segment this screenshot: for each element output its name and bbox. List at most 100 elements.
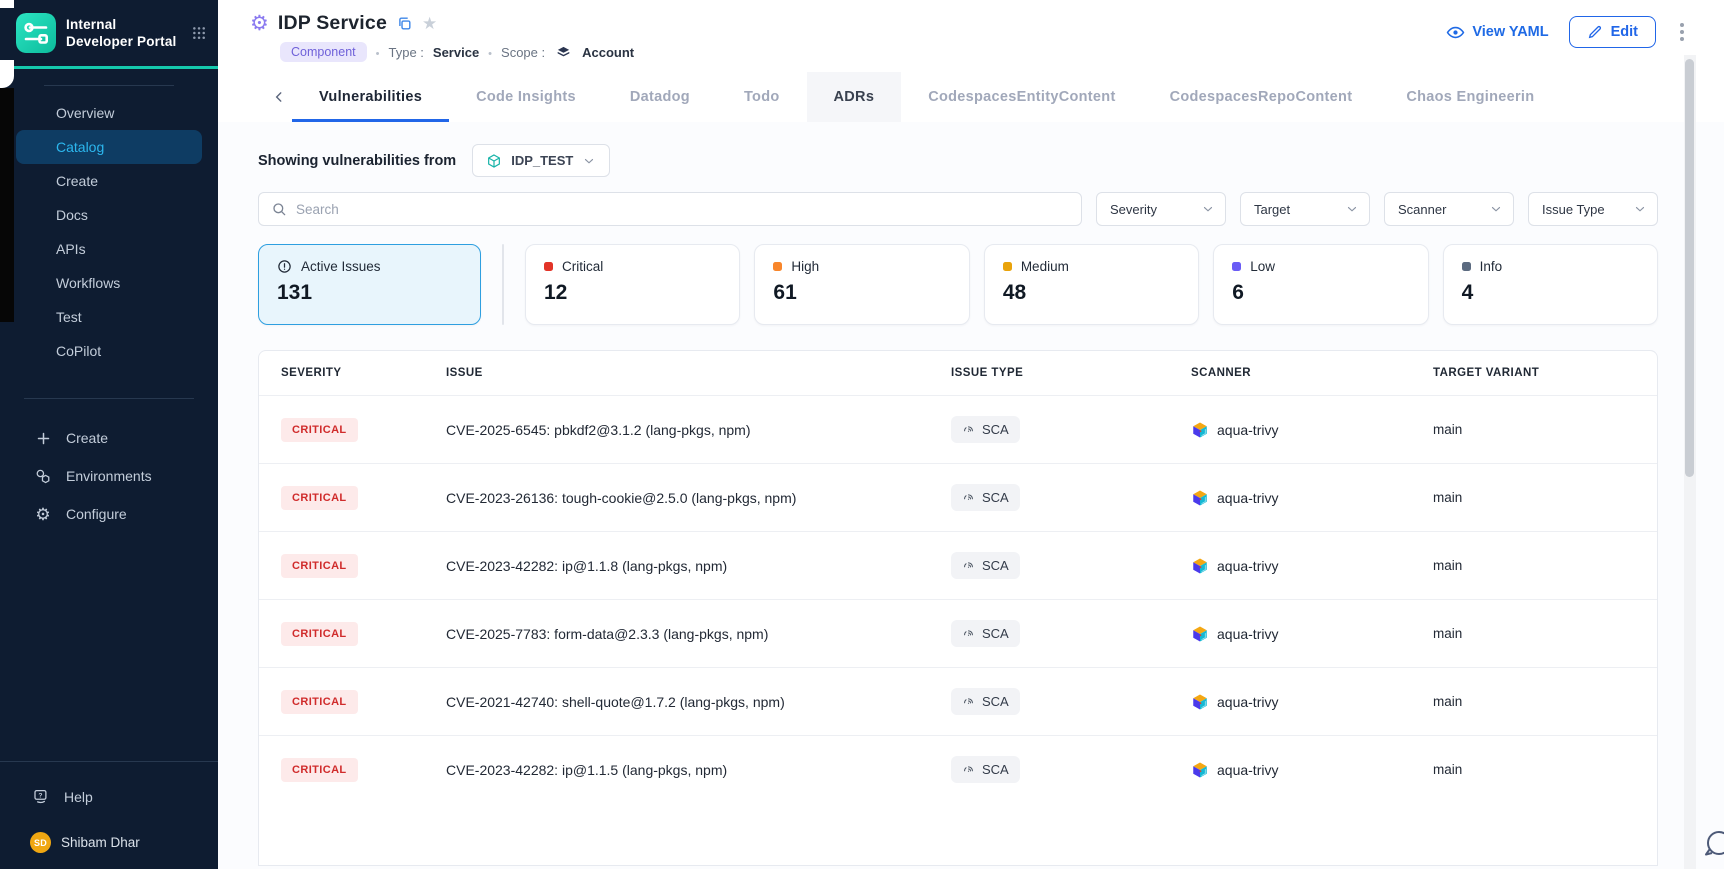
severity-dot bbox=[1462, 262, 1471, 271]
active-issues-card[interactable]: Active Issues 131 bbox=[258, 244, 481, 325]
table-row[interactable]: CRITICAL CVE-2023-42282: ip@1.1.5 (lang-… bbox=[259, 735, 1657, 803]
sidebar-nav-item[interactable]: APIs bbox=[16, 232, 202, 266]
column-header: ISSUE TYPE bbox=[951, 367, 1191, 379]
severity-cell: CRITICAL bbox=[281, 486, 446, 510]
sidebar-divider bbox=[44, 85, 174, 86]
sidebar-configure-button[interactable]: ⚙ Configure bbox=[0, 495, 218, 533]
more-options-icon[interactable] bbox=[1676, 19, 1688, 45]
filter-select[interactable]: Issue Type bbox=[1528, 192, 1658, 226]
sidebar-nav: Overview Catalog Create Docs APIs Workfl… bbox=[0, 96, 218, 368]
table-row[interactable]: CRITICAL CVE-2025-7783: form-data@2.3.3 … bbox=[259, 599, 1657, 667]
tab[interactable]: Code Insights bbox=[449, 72, 603, 122]
sidebar-environments-button[interactable]: Environments bbox=[0, 457, 218, 495]
tab[interactable]: ADRs bbox=[807, 72, 902, 122]
severity-card[interactable]: Low 6 bbox=[1213, 244, 1428, 325]
severity-card[interactable]: Critical 12 bbox=[525, 244, 740, 325]
chevron-down-icon bbox=[1489, 202, 1503, 216]
sidebar-nav-item[interactable]: Test bbox=[16, 300, 202, 334]
vulnerabilities-table: SEVERITY ISSUE ISSUE TYPE SCANNER TARGET… bbox=[258, 350, 1658, 866]
user-menu[interactable]: SD Shibam Dhar bbox=[0, 806, 218, 869]
table-row[interactable]: CRITICAL CVE-2021-42740: shell-quote@1.7… bbox=[259, 667, 1657, 735]
severity-card-label: Medium bbox=[1021, 259, 1069, 274]
sidebar-nav-item[interactable]: Overview bbox=[16, 96, 202, 130]
help-chat-icon: ? bbox=[32, 788, 50, 806]
severity-card[interactable]: High 61 bbox=[754, 244, 969, 325]
severity-dot bbox=[773, 262, 782, 271]
tab[interactable]: CodespacesRepoContent bbox=[1143, 72, 1380, 122]
fingerprint-icon bbox=[962, 627, 975, 640]
tab-label: Todo bbox=[744, 89, 780, 105]
sidebar-nav-item[interactable]: Workflows bbox=[16, 266, 202, 300]
filter-select[interactable]: Severity bbox=[1096, 192, 1226, 226]
sidebar-nav-item[interactable]: Catalog bbox=[16, 130, 202, 164]
fingerprint-icon bbox=[962, 695, 975, 708]
sidebar-configure-label: Configure bbox=[66, 506, 127, 522]
filter-select[interactable]: Target bbox=[1240, 192, 1370, 226]
chevron-down-icon bbox=[1345, 202, 1359, 216]
entity-selector[interactable]: IDP_TEST bbox=[472, 144, 610, 177]
background-window-strip bbox=[0, 88, 14, 322]
issue-cell: CVE-2023-26136: tough-cookie@2.5.0 (lang… bbox=[446, 490, 951, 506]
floating-assistant-icon[interactable] bbox=[1699, 827, 1724, 863]
table-body: CRITICAL CVE-2025-6545: pbkdf2@3.1.2 (la… bbox=[259, 395, 1657, 803]
column-header: SEVERITY bbox=[281, 367, 446, 379]
view-yaml-button[interactable]: View YAML bbox=[1446, 23, 1548, 42]
tab-label: Datadog bbox=[630, 89, 690, 105]
sidebar-header: Internal Developer Portal bbox=[0, 0, 218, 69]
target-variant-cell: main bbox=[1433, 762, 1657, 777]
edit-button[interactable]: Edit bbox=[1569, 16, 1656, 48]
severity-badge: CRITICAL bbox=[281, 690, 358, 714]
app-logo-icon[interactable] bbox=[16, 13, 56, 53]
tab[interactable]: Datadog bbox=[603, 72, 717, 122]
issue-type-cell: SCA bbox=[951, 688, 1191, 715]
column-header: ISSUE bbox=[446, 367, 951, 379]
severity-badge: CRITICAL bbox=[281, 622, 358, 646]
active-issues-count: 131 bbox=[277, 281, 462, 305]
scrollbar-track[interactable] bbox=[1684, 55, 1696, 869]
table-row[interactable]: CRITICAL CVE-2023-42282: ip@1.1.8 (lang-… bbox=[259, 531, 1657, 599]
scrollbar-thumb[interactable] bbox=[1685, 59, 1694, 477]
issue-type-cell: SCA bbox=[951, 484, 1191, 511]
help-button[interactable]: ? Help bbox=[0, 762, 218, 806]
tab[interactable]: Chaos Engineerin bbox=[1379, 72, 1561, 122]
tab[interactable]: Vulnerabilities bbox=[292, 72, 449, 122]
filter-select[interactable]: Scanner bbox=[1384, 192, 1514, 226]
severity-card-count: 48 bbox=[1003, 281, 1180, 305]
sidebar-nav-item-label: Workflows bbox=[56, 275, 120, 291]
severity-dot bbox=[544, 262, 553, 271]
favorite-star-icon[interactable]: ★ bbox=[422, 15, 437, 32]
sidebar-nav-item[interactable]: CoPilot bbox=[16, 334, 202, 368]
cards-divider bbox=[502, 244, 504, 325]
target-variant-cell: main bbox=[1433, 422, 1657, 437]
sidebar-create-button[interactable]: Create bbox=[0, 419, 218, 457]
sidebar-nav-item[interactable]: Create bbox=[16, 164, 202, 198]
apps-grid-icon[interactable] bbox=[192, 23, 206, 43]
entity-header: ⚙ IDP Service ★ Component Type : Service… bbox=[218, 0, 1724, 62]
severity-card-label: Info bbox=[1480, 259, 1503, 274]
issue-type-chip: SCA bbox=[951, 416, 1020, 443]
sidebar-nav-item[interactable]: Docs bbox=[16, 198, 202, 232]
vulnerabilities-panel: Showing vulnerabilities from IDP_TEST bbox=[218, 122, 1724, 869]
severity-cards: Critical 12 High 61 bbox=[525, 244, 1658, 325]
table-row[interactable]: CRITICAL CVE-2023-26136: tough-cookie@2.… bbox=[259, 463, 1657, 531]
type-value: Service bbox=[433, 45, 479, 60]
severity-card-count: 61 bbox=[773, 281, 950, 305]
table-row[interactable]: CRITICAL CVE-2025-6545: pbkdf2@3.1.2 (la… bbox=[259, 395, 1657, 463]
type-label: Type : bbox=[388, 45, 423, 60]
tab[interactable]: Todo bbox=[717, 72, 807, 122]
copy-icon[interactable] bbox=[396, 15, 413, 32]
severity-card[interactable]: Info 4 bbox=[1443, 244, 1658, 325]
tab[interactable]: CodespacesEntityContent bbox=[901, 72, 1142, 122]
severity-card-count: 4 bbox=[1462, 281, 1639, 305]
fingerprint-icon bbox=[962, 423, 975, 436]
severity-card[interactable]: Medium 48 bbox=[984, 244, 1199, 325]
tabs-scroll-left-icon[interactable] bbox=[266, 72, 292, 122]
pencil-icon bbox=[1587, 24, 1603, 40]
svg-text:?: ? bbox=[38, 792, 42, 799]
sidebar: Internal Developer Portal Overview Catal… bbox=[0, 0, 218, 869]
issue-type-chip: SCA bbox=[951, 484, 1020, 511]
scanner-cell: aqua-trivy bbox=[1191, 557, 1433, 575]
severity-card-label: Critical bbox=[562, 259, 603, 274]
search-input[interactable] bbox=[296, 202, 1069, 217]
scanner-cell: aqua-trivy bbox=[1191, 693, 1433, 711]
